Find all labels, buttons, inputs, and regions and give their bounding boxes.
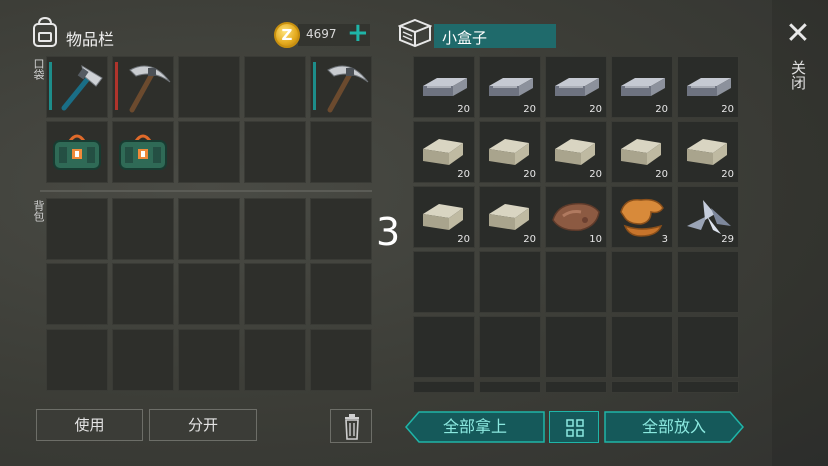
backpack-icon [30, 16, 60, 48]
container-slot[interactable]: 29 [677, 186, 739, 248]
pocket-slot[interactable] [244, 121, 306, 183]
item-quantity: 20 [721, 104, 734, 115]
divider [40, 190, 372, 192]
pocket-slot[interactable] [178, 56, 240, 118]
inventory-title: 物品栏 [66, 30, 115, 49]
container-slot[interactable] [677, 381, 739, 393]
trash-button[interactable] [330, 409, 372, 443]
medkit-icon [46, 121, 108, 183]
close-label: 关闭 [789, 60, 807, 90]
backpack-slot[interactable] [310, 329, 372, 391]
backpack-slot[interactable] [178, 263, 240, 325]
container-slot[interactable]: 20 [545, 121, 607, 183]
backpack-slot[interactable] [244, 263, 306, 325]
container-slot[interactable] [611, 316, 673, 378]
container-slot[interactable]: 20 [479, 56, 541, 118]
item-quantity: 20 [523, 234, 536, 245]
pocket-slot[interactable] [46, 121, 108, 183]
backpack-slot[interactable] [310, 263, 372, 325]
item-quantity: 20 [457, 104, 470, 115]
pocket-slot[interactable] [310, 56, 372, 118]
backpack-slot[interactable] [112, 198, 174, 260]
item-quantity: 20 [655, 169, 668, 180]
add-coins-button[interactable]: + [347, 20, 369, 46]
container-slot[interactable]: 10 [545, 186, 607, 248]
container-slot[interactable]: 20 [677, 56, 739, 118]
item-quantity: 20 [457, 234, 470, 245]
container-slot[interactable]: 20 [479, 186, 541, 248]
overlay-number: 3 [376, 210, 401, 254]
pickaxe-icon [112, 56, 174, 118]
backpack-slot[interactable] [112, 329, 174, 391]
container-slot[interactable]: 20 [479, 121, 541, 183]
put-all-button[interactable]: 全部放入 [604, 411, 744, 443]
hatchet-icon [46, 56, 108, 118]
backpack-slot[interactable] [46, 263, 108, 325]
sort-button[interactable] [549, 411, 599, 443]
coin-balance: 4697 [306, 27, 337, 41]
use-button[interactable]: 使用 [36, 409, 143, 441]
pocket-slot[interactable] [244, 56, 306, 118]
container-slot[interactable]: 20 [677, 121, 739, 183]
container-slot[interactable]: 20 [413, 121, 475, 183]
backpack-slot[interactable] [244, 329, 306, 391]
backpack-slot[interactable] [310, 198, 372, 260]
item-quantity: 20 [457, 169, 470, 180]
medkit-icon [112, 121, 174, 183]
container-slot[interactable]: 20 [413, 56, 475, 118]
container-slot[interactable]: 3 [611, 186, 673, 248]
backpack-slot[interactable] [244, 198, 306, 260]
item-quantity: 20 [523, 104, 536, 115]
put-all-label: 全部放入 [641, 417, 706, 436]
coin-icon: Z [274, 22, 300, 48]
container-slot[interactable] [545, 251, 607, 313]
item-quantity: 20 [589, 169, 602, 180]
container-slot[interactable]: 20 [611, 121, 673, 183]
item-quantity: 20 [655, 104, 668, 115]
pocket-label: 口袋 [32, 58, 45, 80]
backpack-slot[interactable] [46, 329, 108, 391]
container-slot[interactable] [545, 316, 607, 378]
item-quantity: 20 [523, 169, 536, 180]
item-quantity: 20 [589, 104, 602, 115]
item-quantity: 3 [661, 234, 668, 245]
grid-icon [566, 419, 584, 437]
trash-icon [345, 414, 359, 440]
item-quantity: 10 [589, 234, 602, 245]
container-slot[interactable] [413, 381, 475, 393]
item-quantity: 20 [721, 169, 734, 180]
pocket-slot[interactable] [112, 56, 174, 118]
take-all-button[interactable]: 全部拿上 [405, 411, 545, 443]
pickaxe-icon [310, 56, 372, 118]
container-slot[interactable] [677, 316, 739, 378]
container-slot[interactable] [413, 251, 475, 313]
take-all-label: 全部拿上 [442, 417, 507, 436]
pocket-slot[interactable] [310, 121, 372, 183]
container-slot[interactable] [479, 251, 541, 313]
container-slot[interactable] [611, 251, 673, 313]
container-slot[interactable] [545, 381, 607, 393]
pocket-slot[interactable] [178, 121, 240, 183]
container-slot[interactable] [479, 381, 541, 393]
backpack-slot[interactable] [46, 198, 108, 260]
backpack-slot[interactable] [178, 329, 240, 391]
container-slot[interactable]: 20 [413, 186, 475, 248]
close-button[interactable]: ✕ [784, 19, 812, 49]
pocket-slot[interactable] [112, 121, 174, 183]
item-quantity: 29 [721, 234, 734, 245]
backpack-slot[interactable] [178, 198, 240, 260]
container-title: 小盒子 [442, 29, 488, 47]
backpack-slot[interactable] [112, 263, 174, 325]
container-slot[interactable] [413, 316, 475, 378]
container-slot[interactable]: 20 [611, 56, 673, 118]
container-slot[interactable] [677, 251, 739, 313]
container-slot[interactable] [479, 316, 541, 378]
backpack-label: 背包 [32, 200, 45, 222]
container-box-icon [398, 18, 432, 48]
container-slot[interactable] [611, 381, 673, 393]
pocket-slot[interactable] [46, 56, 108, 118]
container-slot[interactable]: 20 [545, 56, 607, 118]
split-button[interactable]: 分开 [149, 409, 257, 441]
